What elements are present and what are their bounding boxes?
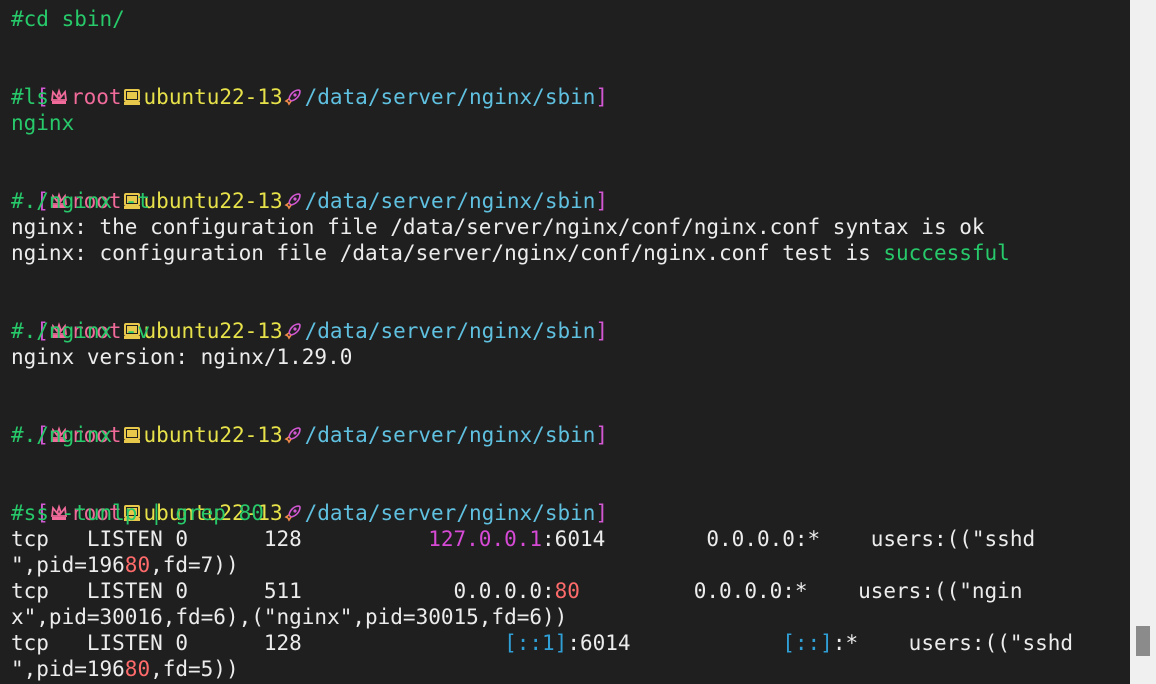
ss-fields: :6014 <box>567 631 783 655</box>
rocket-icon <box>284 427 301 444</box>
prompt-host: ubuntu22-13 <box>143 85 283 109</box>
ss-fields: 0.0.0.0:* users:(("ngin <box>579 579 1023 603</box>
rocket-icon <box>284 505 301 522</box>
prompt-bracket-close: ] <box>595 423 609 447</box>
ss-fields: ",pid=196 <box>11 657 125 681</box>
prompt-bracket-close: ] <box>595 319 609 343</box>
rocket-icon <box>284 89 301 106</box>
shell-prompt: [root ubuntu22-13/data/server/nginx/sbin] <box>11 292 1126 343</box>
ss-row: tcp LISTEN 0 128 [::1]:6014 [::]:* users… <box>11 630 1126 656</box>
computer-icon <box>123 427 140 443</box>
grep-match: 80 <box>554 579 580 603</box>
prompt-path: /data/server/nginx/sbin <box>304 319 596 343</box>
prompt-path: /data/server/nginx/sbin <box>304 423 596 447</box>
ss-fields: tcp LISTEN 0 128 <box>11 527 429 551</box>
crown-icon <box>50 88 67 104</box>
command-output: nginx: the configuration file /data/serv… <box>11 215 985 239</box>
ss-fields: ,fd=5)) <box>150 657 239 681</box>
prompt-host: ubuntu22-13 <box>143 423 283 447</box>
ss-fields: tcp LISTEN 0 511 0.0.0.0: <box>11 579 555 603</box>
ss-fields: ,fd=7)) <box>150 553 239 577</box>
prompt-path: /data/server/nginx/sbin <box>304 85 596 109</box>
command-output: nginx version: nginx/1.29.0 <box>11 345 353 369</box>
ss-row: tcp LISTEN 0 128 127.0.0.1:6014 0.0.0.0:… <box>11 526 1126 552</box>
local-address: [::1] <box>504 631 568 655</box>
output-text: nginx: configuration file /data/server/n… <box>11 241 884 265</box>
ss-row: tcp LISTEN 0 511 0.0.0.0:80 0.0.0.0:* us… <box>11 578 1126 604</box>
peer-address: [::] <box>782 631 833 655</box>
ss-row-continuation: ",pid=19680,fd=7)) <box>11 552 1126 578</box>
prompt-host: ubuntu22-13 <box>143 319 283 343</box>
ss-fields: ",pid=196 <box>11 553 125 577</box>
shell-prompt: [root ubuntu22-13/data/server/nginx/sbin] <box>11 58 1126 109</box>
success-word: successful <box>883 241 1010 265</box>
local-address: 127.0.0.1 <box>428 527 543 551</box>
terminal-output: #cd sbin/ [root ubuntu22-13/data/server/n… <box>11 6 1126 682</box>
prompt-path: /data/server/nginx/sbin <box>304 189 596 213</box>
prompt-host: ubuntu22-13 <box>143 189 283 213</box>
shell-prompt: [root ubuntu22-13/data/server/nginx/sbin] <box>11 396 1126 447</box>
ss-fields: :* users:(("sshd <box>832 631 1074 655</box>
vertical-scrollbar[interactable] <box>1130 0 1156 684</box>
ss-fields: tcp LISTEN 0 128 <box>11 631 505 655</box>
grep-match: 80 <box>124 657 151 681</box>
command-output: nginx <box>11 111 75 135</box>
computer-icon <box>123 89 140 105</box>
ss-row-continuation: x",pid=30016,fd=6),("nginx",pid=30015,fd… <box>11 605 568 629</box>
terminal-window[interactable]: #cd sbin/ [root ubuntu22-13/data/server/n… <box>0 0 1130 684</box>
shell-prompt: [root ubuntu22-13/data/server/nginx/sbin] <box>11 162 1126 213</box>
rocket-icon <box>284 193 301 210</box>
ss-row-continuation: ",pid=19680,fd=5)) <box>11 656 1126 682</box>
command-output: nginx: configuration file /data/server/n… <box>11 240 1126 266</box>
prompt-bracket-close: ] <box>595 501 609 525</box>
shell-prompt: [root ubuntu22-13/data/server/nginx/sbin] <box>11 474 1126 525</box>
prompt-bracket-close: ] <box>595 85 609 109</box>
scrollbar-thumb[interactable] <box>1136 626 1150 656</box>
prompt-bracket-close: ] <box>595 189 609 213</box>
command-line: #cd sbin/ <box>11 7 125 31</box>
prompt-path: /data/server/nginx/sbin <box>304 501 596 525</box>
prompt-user: root <box>70 85 122 109</box>
grep-match: 80 <box>124 553 151 577</box>
ss-fields: :6014 0.0.0.0:* users:(("sshd <box>542 527 1036 551</box>
rocket-icon <box>284 323 301 340</box>
